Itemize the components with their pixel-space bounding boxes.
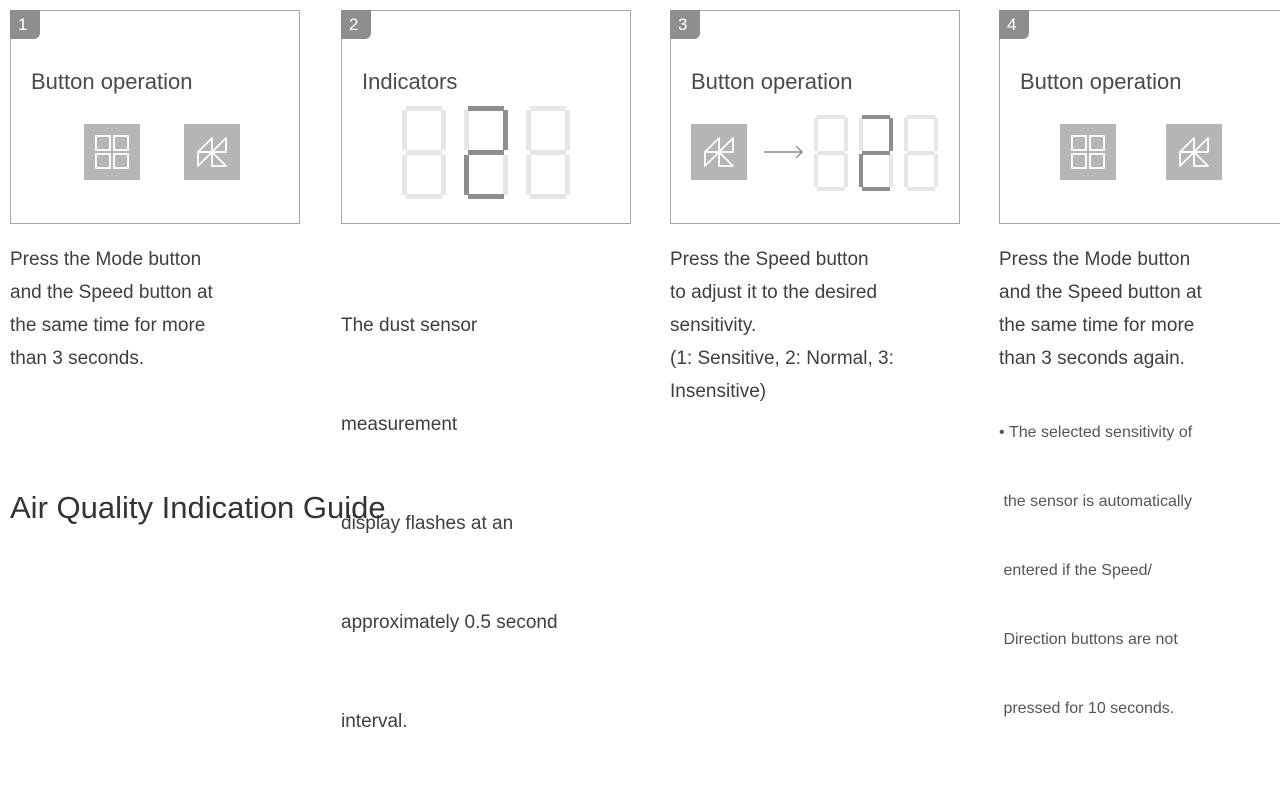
speed-fan-icon [1179,137,1209,167]
step-4-note: • The selected sensitivity of the sensor … [999,375,1280,766]
card-title: Button operation [1020,69,1182,94]
step-3-description: Press the Speed button to adjust it to t… [670,249,894,402]
speed-button [184,124,240,180]
step-1-card: 1 Button operation [10,10,300,224]
step-3-card: 3 Button operation [670,10,960,224]
card-title: Indicators [362,69,458,94]
step-number-badge: 1 [10,10,40,39]
step-1: 1 Button operation Press the Mode button… [10,10,300,375]
digit-3 [904,115,938,191]
step-2-card: 2 Indicators [341,10,631,224]
step-4-card: 4 Button operation [999,10,1280,224]
speed-fan-icon [704,137,734,167]
step-number-badge: 2 [341,10,371,39]
card-title: Button operation [691,69,853,94]
digit-1 [402,106,446,199]
digit-3 [526,106,570,199]
step-number-badge: 4 [999,10,1029,39]
digit-1 [814,115,848,191]
step-4: 4 Button operation Press the Mode button… [999,10,1280,766]
card-title: Button operation [31,69,193,94]
mode-button [1060,124,1116,180]
step-3: 3 Button operation Press the Speed butto… [670,10,960,408]
speed-button [1166,124,1222,180]
bullet: • [999,424,1005,441]
section-title: Air Quality Indication Guide [10,490,386,525]
mode-button [84,124,140,180]
right-arrow-icon [764,145,803,159]
digit-2 [859,115,893,191]
step-1-description: Press the Mode button and the Speed butt… [10,249,213,369]
speed-fan-icon [197,137,227,167]
step-4-description: Press the Mode button and the Speed butt… [999,249,1202,369]
seven-segment-display [402,106,570,199]
seven-segment-display [814,115,938,191]
mode-grid-icon [1071,135,1105,169]
mode-grid-icon [95,135,129,169]
step-number-badge: 3 [670,10,700,39]
step-2: 2 Indicators The dust sensor measurement… [341,10,631,804]
speed-button [691,124,747,180]
digit-2 [464,106,508,199]
